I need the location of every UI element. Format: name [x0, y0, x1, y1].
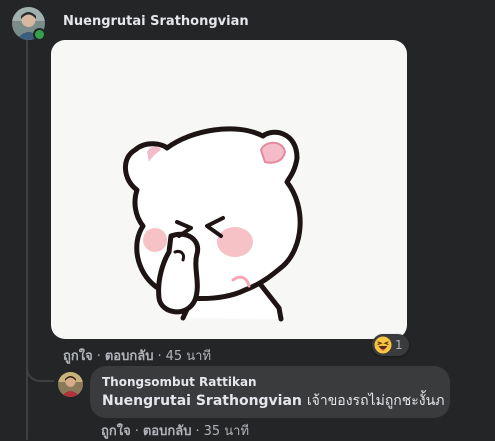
- like-button[interactable]: ถูกใจ: [63, 349, 93, 364]
- comment-author-name[interactable]: Nuengrutai Srathongvian: [63, 14, 249, 29]
- comment-timestamp[interactable]: 45 นาที: [166, 349, 211, 364]
- reply-avatar[interactable]: [58, 372, 83, 397]
- online-status-indicator: [33, 28, 46, 41]
- reply-thread-connector: [26, 352, 54, 382]
- separator-dot: ·: [157, 349, 162, 364]
- avatar[interactable]: [12, 7, 46, 41]
- like-button[interactable]: ถูกใจ: [101, 424, 131, 439]
- haha-emoji-icon: [374, 336, 392, 354]
- reply-bubble: Thongsombut Rattikan Nuengrutai Srathong…: [90, 366, 450, 418]
- sticker-image[interactable]: [51, 40, 407, 339]
- reaction-count: 1: [395, 338, 403, 352]
- separator-dot: ·: [195, 424, 200, 439]
- bear-sticker-illustration: [123, 126, 303, 322]
- thread-line: [26, 40, 28, 440]
- mention-tag[interactable]: Nuengrutai Srathongvian: [102, 392, 302, 410]
- reply-message: เจ้าของรถไม่ถูกชะงั้นภ: [306, 393, 445, 409]
- reply-actions: ถูกใจ · ตอบกลับ · 35 นาที: [101, 420, 249, 441]
- separator-dot: ·: [96, 349, 101, 364]
- reply-timestamp[interactable]: 35 นาที: [204, 424, 249, 439]
- separator-dot: ·: [134, 424, 139, 439]
- reply-author-name[interactable]: Thongsombut Rattikan: [102, 375, 438, 390]
- reply-button[interactable]: ตอบกลับ: [143, 424, 192, 439]
- comment-actions: ถูกใจ · ตอบกลับ · 45 นาที: [63, 345, 211, 366]
- reply-text: Nuengrutai Srathongvian เจ้าของรถไม่ถูกชะ…: [102, 392, 444, 410]
- reply-button[interactable]: ตอบกลับ: [105, 349, 154, 364]
- reaction-count-badge[interactable]: 1: [372, 334, 409, 356]
